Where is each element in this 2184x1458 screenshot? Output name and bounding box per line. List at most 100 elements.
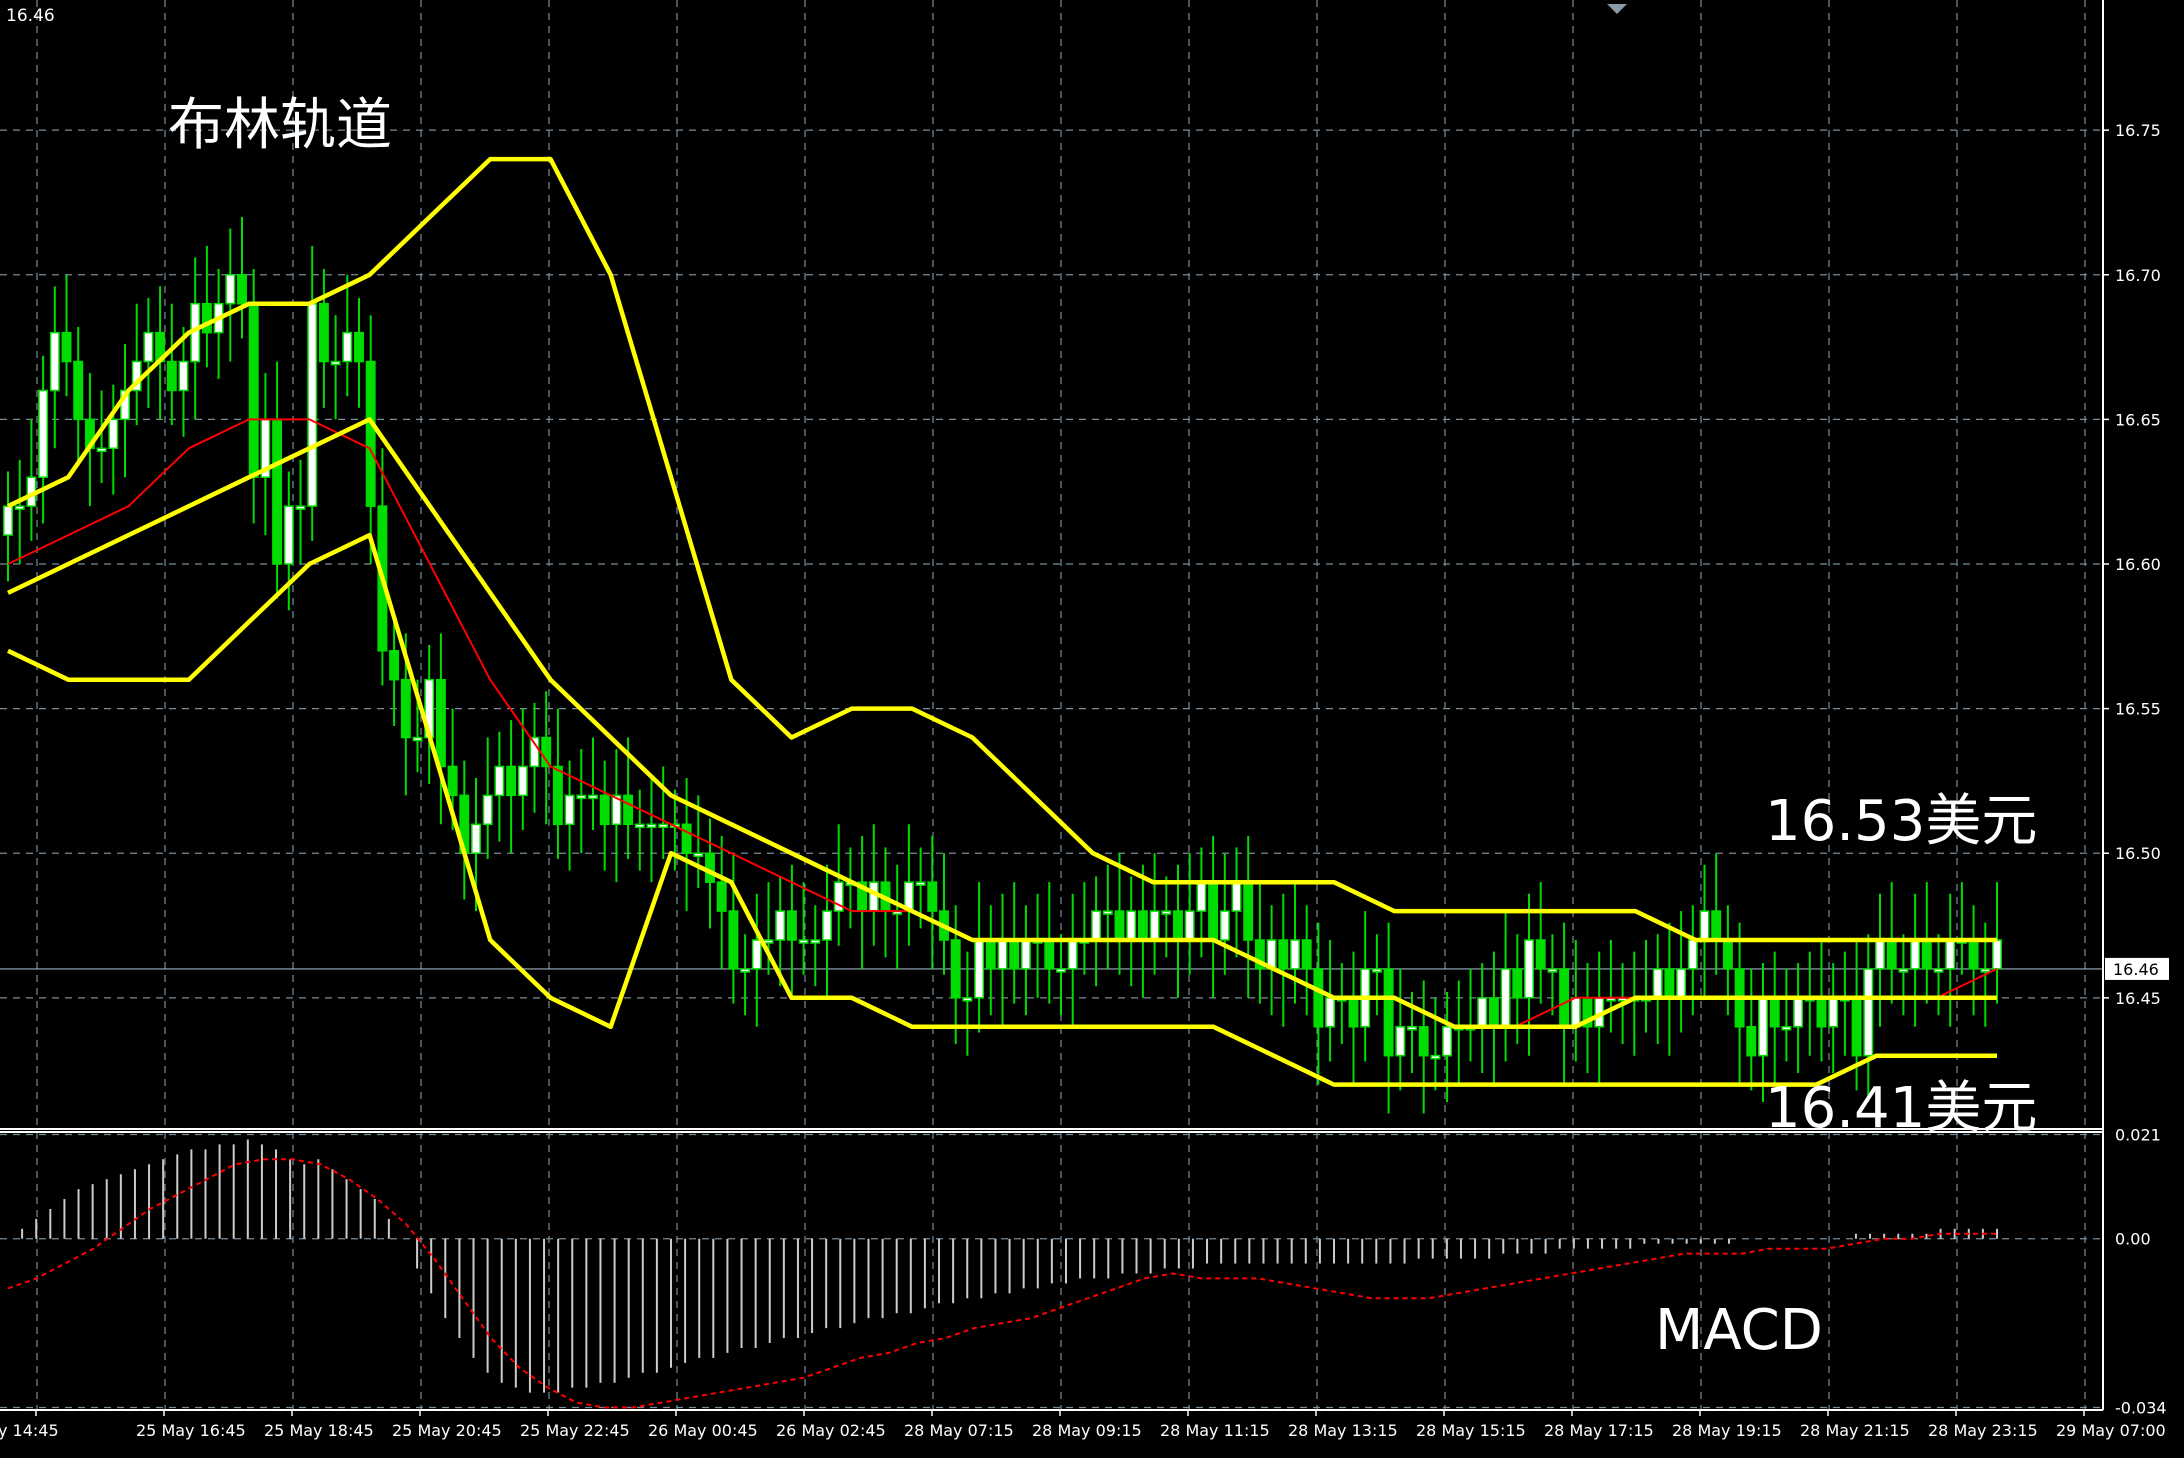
candle-body bbox=[1921, 939, 1932, 970]
candle-body bbox=[985, 939, 996, 970]
candle-body bbox=[1477, 997, 1488, 1028]
corner-price-label: 16.46 bbox=[6, 6, 55, 26]
xtick-label: 25 May 22:45 bbox=[520, 1421, 630, 1440]
price-ytick-label: 16.65 bbox=[2115, 410, 2161, 429]
candle-body bbox=[716, 881, 727, 912]
upper-band-annotation: 16.53美元 bbox=[1765, 789, 2038, 854]
candle-body bbox=[1500, 968, 1511, 1028]
candle-body bbox=[915, 881, 926, 886]
candle-body bbox=[1699, 910, 1710, 941]
xtick-label: 28 May 11:15 bbox=[1160, 1421, 1270, 1440]
candle-body bbox=[552, 765, 563, 826]
candle-body bbox=[342, 331, 353, 363]
current-price-label: 16.46 bbox=[2113, 960, 2159, 979]
candle-body bbox=[307, 302, 318, 507]
candle-body bbox=[225, 274, 236, 305]
candle-body bbox=[588, 794, 598, 800]
xtick-label: 28 May 17:15 bbox=[1544, 1421, 1654, 1440]
candle-body bbox=[1968, 939, 1979, 970]
candle-body bbox=[1020, 939, 1031, 970]
candle-body bbox=[49, 331, 60, 392]
candle-body bbox=[1875, 939, 1885, 970]
candle-body bbox=[1652, 968, 1663, 999]
candle-body bbox=[576, 794, 587, 800]
candle-body bbox=[1149, 910, 1160, 941]
candle-body bbox=[822, 910, 832, 941]
candle-body bbox=[14, 505, 25, 510]
candle-body bbox=[658, 823, 669, 829]
xtick-label: 28 May 07:15 bbox=[904, 1421, 1014, 1440]
candle-body bbox=[1114, 910, 1125, 941]
price-ytick-label: 16.50 bbox=[2115, 844, 2161, 863]
candle-body bbox=[482, 794, 493, 826]
macd-ytick-label: -0.034 bbox=[2115, 1399, 2167, 1418]
candle-body bbox=[798, 939, 809, 944]
candle-body bbox=[1863, 968, 1874, 1057]
candle-body bbox=[541, 736, 552, 768]
xtick-label: 28 May 21:15 bbox=[1800, 1421, 1910, 1440]
candle-body bbox=[1547, 968, 1558, 973]
candle-body bbox=[623, 794, 634, 826]
candle-body bbox=[1851, 997, 1862, 1057]
candle-body bbox=[681, 823, 692, 854]
candle-body bbox=[763, 939, 774, 944]
candle-body bbox=[1219, 910, 1230, 941]
lower-band-annotation: 16.41美元 bbox=[1765, 1076, 2038, 1141]
candle-body bbox=[517, 765, 528, 797]
candle-body bbox=[365, 360, 376, 507]
candle-body bbox=[775, 910, 786, 941]
candle-body bbox=[728, 910, 739, 970]
candle-body bbox=[1301, 939, 1312, 970]
candle-body bbox=[1418, 1026, 1429, 1057]
candle-body bbox=[962, 997, 973, 1002]
candle-body bbox=[1395, 1026, 1406, 1057]
xtick-label: 26 May 02:45 bbox=[776, 1421, 886, 1440]
candle-body bbox=[1828, 997, 1839, 1028]
candle-body bbox=[740, 968, 751, 973]
xtick-label: 28 May 19:15 bbox=[1672, 1421, 1782, 1440]
chart-title: 布林轨道 bbox=[168, 93, 392, 158]
price-ytick-label: 16.55 bbox=[2115, 700, 2161, 719]
candle-body bbox=[1173, 910, 1183, 941]
candle-body bbox=[810, 939, 821, 944]
price-ytick-label: 16.60 bbox=[2115, 555, 2161, 574]
candle-body bbox=[295, 505, 306, 510]
candle-body bbox=[1290, 939, 1300, 970]
macd-label: MACD bbox=[1655, 1298, 1823, 1363]
macd-ytick-label: 0.021 bbox=[2115, 1125, 2161, 1144]
candle-body bbox=[1676, 968, 1687, 999]
candle-body bbox=[1559, 968, 1570, 1028]
candle-body bbox=[1781, 1026, 1792, 1031]
candle-body bbox=[435, 678, 446, 768]
candle-body bbox=[1348, 997, 1359, 1028]
candle-body bbox=[1769, 997, 1780, 1028]
candle-body bbox=[1816, 997, 1827, 1028]
xtick-label: 25 May 16:45 bbox=[136, 1421, 246, 1440]
candle-body bbox=[1044, 939, 1055, 970]
candle-body bbox=[1009, 939, 1020, 970]
candle-body bbox=[927, 881, 938, 912]
candle-body bbox=[1980, 968, 1991, 973]
candle-body bbox=[61, 331, 72, 363]
candle-body bbox=[318, 302, 329, 363]
candle-body bbox=[400, 678, 411, 739]
candle-body bbox=[1102, 910, 1113, 915]
candle-body bbox=[471, 823, 481, 854]
candle-body bbox=[599, 794, 610, 826]
candle-body bbox=[1442, 1026, 1453, 1057]
candle-body bbox=[1722, 939, 1733, 970]
candle-body bbox=[1664, 968, 1675, 999]
candle-body bbox=[1208, 881, 1219, 941]
candle-body bbox=[1687, 939, 1698, 970]
candle-body bbox=[1992, 939, 2002, 970]
candle-body bbox=[389, 650, 400, 681]
candle-body bbox=[1898, 968, 1909, 973]
candle-body bbox=[997, 939, 1008, 970]
candle-body bbox=[705, 852, 715, 883]
candle-body bbox=[1512, 968, 1523, 999]
candle-body bbox=[646, 823, 657, 829]
candle-body bbox=[143, 331, 154, 363]
candle-body bbox=[73, 360, 84, 421]
price-ytick-label: 16.75 bbox=[2115, 121, 2161, 140]
candle-body bbox=[1161, 910, 1172, 915]
